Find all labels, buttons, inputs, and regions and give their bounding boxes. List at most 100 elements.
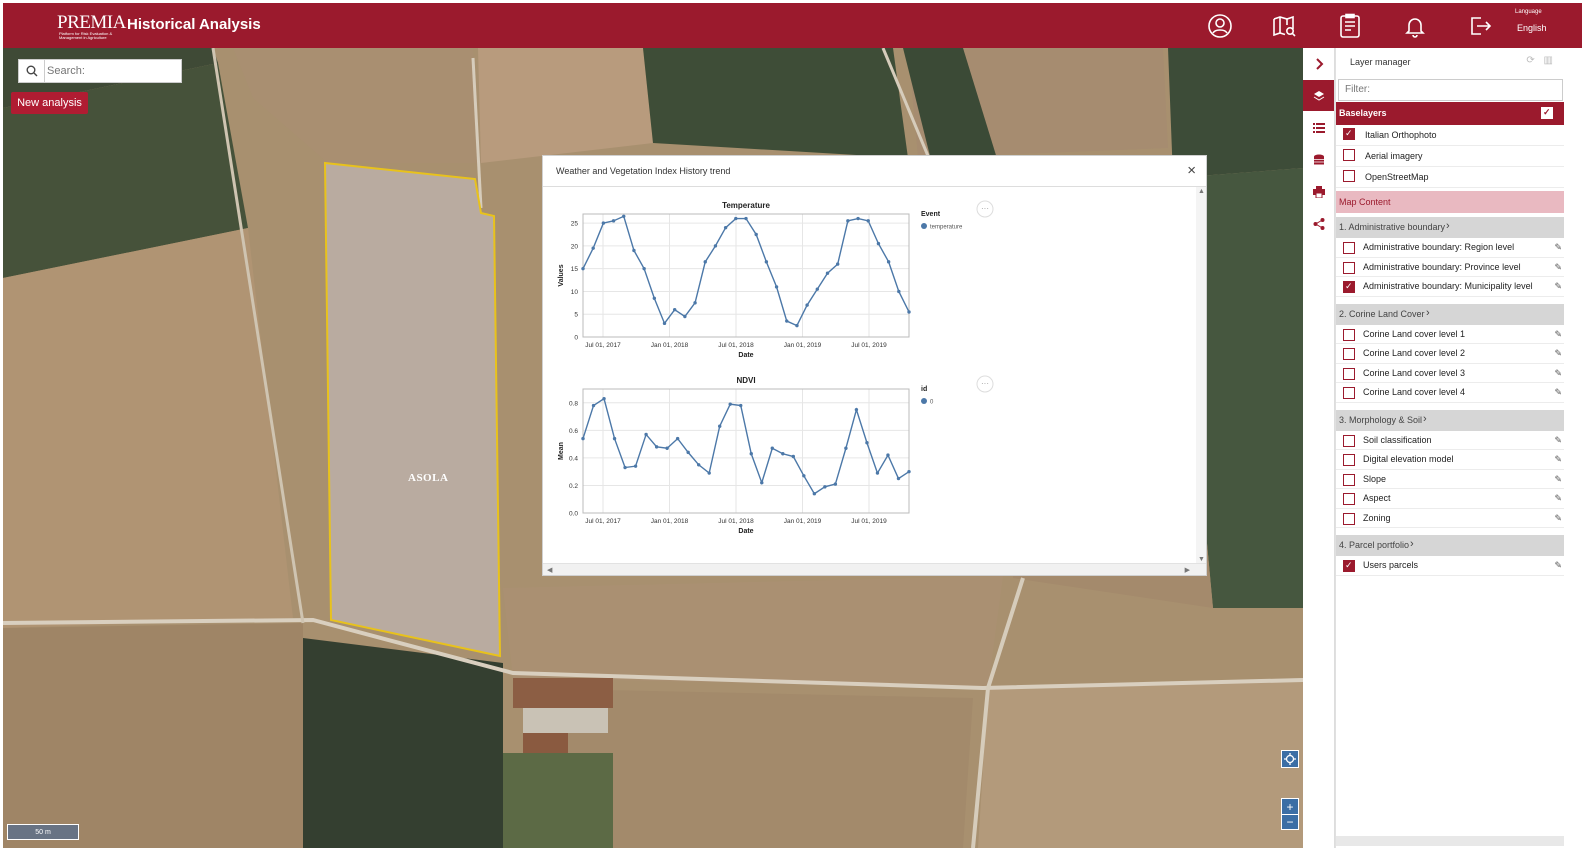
layer-checkbox[interactable] [1343,493,1355,505]
data-point [815,287,820,291]
layer-settings-icon[interactable]: ✎ [1554,454,1562,465]
layer-checkbox[interactable] [1343,560,1355,572]
x-tick-label: Jul 01, 2019 [851,342,887,349]
language-select[interactable]: English [1517,23,1547,33]
layer-item[interactable]: Administrative boundary: Municipality le… [1336,277,1564,297]
layer-settings-icon[interactable]: ✎ [1554,435,1562,446]
layer-checkbox[interactable] [1343,473,1355,486]
data-point [633,464,638,468]
y-tick-label: 10 [571,289,579,296]
layer-checkbox[interactable] [1343,128,1355,140]
layer-settings-icon[interactable]: ✎ [1554,262,1562,273]
panel-horizontal-scrollbar[interactable] [1336,836,1564,846]
data-point [723,225,728,230]
panel-tools: ⟳ ▥ [1526,55,1553,66]
layer-settings-icon[interactable]: ✎ [1554,281,1562,292]
layer-item[interactable]: Soil classification ✎ [1336,431,1564,450]
layer-item[interactable]: Administrative boundary: Province level ✎ [1336,258,1564,277]
layer-item[interactable]: Digital elevation model ✎ [1336,450,1564,470]
dialog-vertical-scrollbar[interactable]: ▲ ▼ [1196,187,1206,564]
layer-settings-icon[interactable]: ✎ [1554,387,1562,398]
data-point [866,219,870,223]
layer-item[interactable]: Corine Land cover level 2 ✎ [1336,344,1564,364]
layer-item[interactable]: Corine Land cover level 3 ✎ [1336,364,1564,383]
layer-label: Administrative boundary: Region level [1363,242,1515,252]
map-search-box [18,59,182,83]
trash-icon[interactable]: ▥ [1544,55,1553,66]
refresh-icon[interactable]: ⟳ [1526,55,1534,66]
layer-checkbox[interactable] [1343,367,1355,380]
layers-tab[interactable] [1303,80,1334,111]
layer-group-header[interactable]: 4. Parcel portfolio › [1336,535,1564,556]
baselayer-item[interactable]: OpenStreetMap [1336,167,1564,188]
layer-item[interactable]: Zoning ✎ [1336,509,1564,528]
logo-tagline: Platform for Risk Evaluation & Managemen… [59,31,113,40]
data-tab[interactable] [1303,144,1334,175]
notifications-button[interactable] [1400,12,1430,40]
layer-group-header[interactable]: 2. Corine Land Cover › [1336,303,1564,325]
layer-settings-icon[interactable]: ✎ [1554,368,1562,379]
dialog-horizontal-scrollbar[interactable]: ◀ ▶ [543,563,1206,575]
scroll-up-icon[interactable]: ▲ [1198,188,1205,195]
layer-settings-icon[interactable]: ✎ [1554,242,1562,253]
layer-item[interactable]: Corine Land cover level 1 ✎ [1336,325,1564,344]
collapse-panel-button[interactable] [1303,48,1334,79]
user-button[interactable] [1205,12,1235,40]
premia-logo[interactable]: PREMIA Platform for Risk Evaluation & Ma… [53,9,126,43]
share-tab[interactable] [1303,208,1334,239]
x-tick-label: Jan 01, 2018 [651,518,689,525]
layer-group-header[interactable]: 3. Morphology & Soil › [1336,409,1564,431]
chevron-right-icon: › [1410,538,1414,550]
zoom-in-button[interactable]: + [1282,799,1298,814]
layer-checkbox[interactable] [1343,261,1355,274]
layer-item[interactable]: Aspect ✎ [1336,489,1564,509]
layer-checkbox[interactable] [1343,512,1355,525]
data-point [622,214,626,218]
logout-button[interactable] [1465,12,1495,40]
layer-settings-icon[interactable]: ✎ [1554,474,1562,485]
zoom-out-button[interactable]: − [1282,814,1298,829]
layer-group-header[interactable]: 1. Administrative boundary › [1336,217,1564,238]
baselayer-label: Italian Orthophoto [1365,130,1437,140]
baselayers-toggle-checkbox[interactable] [1541,107,1553,119]
baselayers-label: Baselayers [1339,108,1387,118]
layer-checkbox[interactable] [1343,328,1355,341]
layer-item[interactable]: Users parcels ✎ [1336,556,1564,576]
close-icon[interactable]: × [1187,162,1196,179]
baselayers-header[interactable]: Baselayers [1336,102,1564,125]
layer-settings-icon[interactable]: ✎ [1554,329,1562,340]
scroll-left-icon[interactable]: ◀ [547,566,552,574]
layer-checkbox[interactable] [1343,242,1355,254]
report-icon [1340,13,1360,38]
layer-checkbox[interactable] [1343,149,1355,161]
bell-icon [1405,18,1425,38]
layer-settings-icon[interactable]: ✎ [1554,348,1562,359]
layer-item[interactable]: Administrative boundary: Region level ✎ [1336,238,1564,258]
layer-settings-icon[interactable]: ✎ [1554,513,1562,524]
locate-button[interactable] [1281,750,1299,768]
layer-checkbox[interactable] [1343,434,1355,447]
layer-settings-icon[interactable]: ✎ [1554,560,1562,571]
search-icon[interactable] [19,60,45,82]
search-input[interactable] [47,62,177,80]
layer-filter-input[interactable]: Filter: [1338,79,1563,101]
legend-tab[interactable] [1303,112,1334,143]
print-tab[interactable] [1303,176,1334,207]
data-point [754,232,758,237]
layer-checkbox[interactable] [1343,348,1355,360]
map-search-button[interactable] [1269,12,1299,40]
baselayer-item[interactable]: Aerial imagery [1336,146,1564,167]
scroll-down-icon[interactable]: ▼ [1198,556,1205,563]
layer-checkbox[interactable] [1343,454,1355,466]
layer-settings-icon[interactable]: ✎ [1554,493,1562,504]
layer-item[interactable]: Corine Land cover level 4 ✎ [1336,383,1564,403]
new-analysis-button[interactable]: New analysis [11,92,88,114]
scroll-right-icon[interactable]: ▶ [1185,566,1190,574]
layer-checkbox[interactable] [1343,281,1355,293]
baselayer-item[interactable]: Italian Orthophoto [1336,125,1564,146]
crosshair-icon [1284,753,1296,765]
layer-checkbox[interactable] [1343,387,1355,399]
layer-item[interactable]: Slope ✎ [1336,470,1564,489]
layer-checkbox[interactable] [1343,170,1355,182]
report-button[interactable] [1335,12,1365,40]
